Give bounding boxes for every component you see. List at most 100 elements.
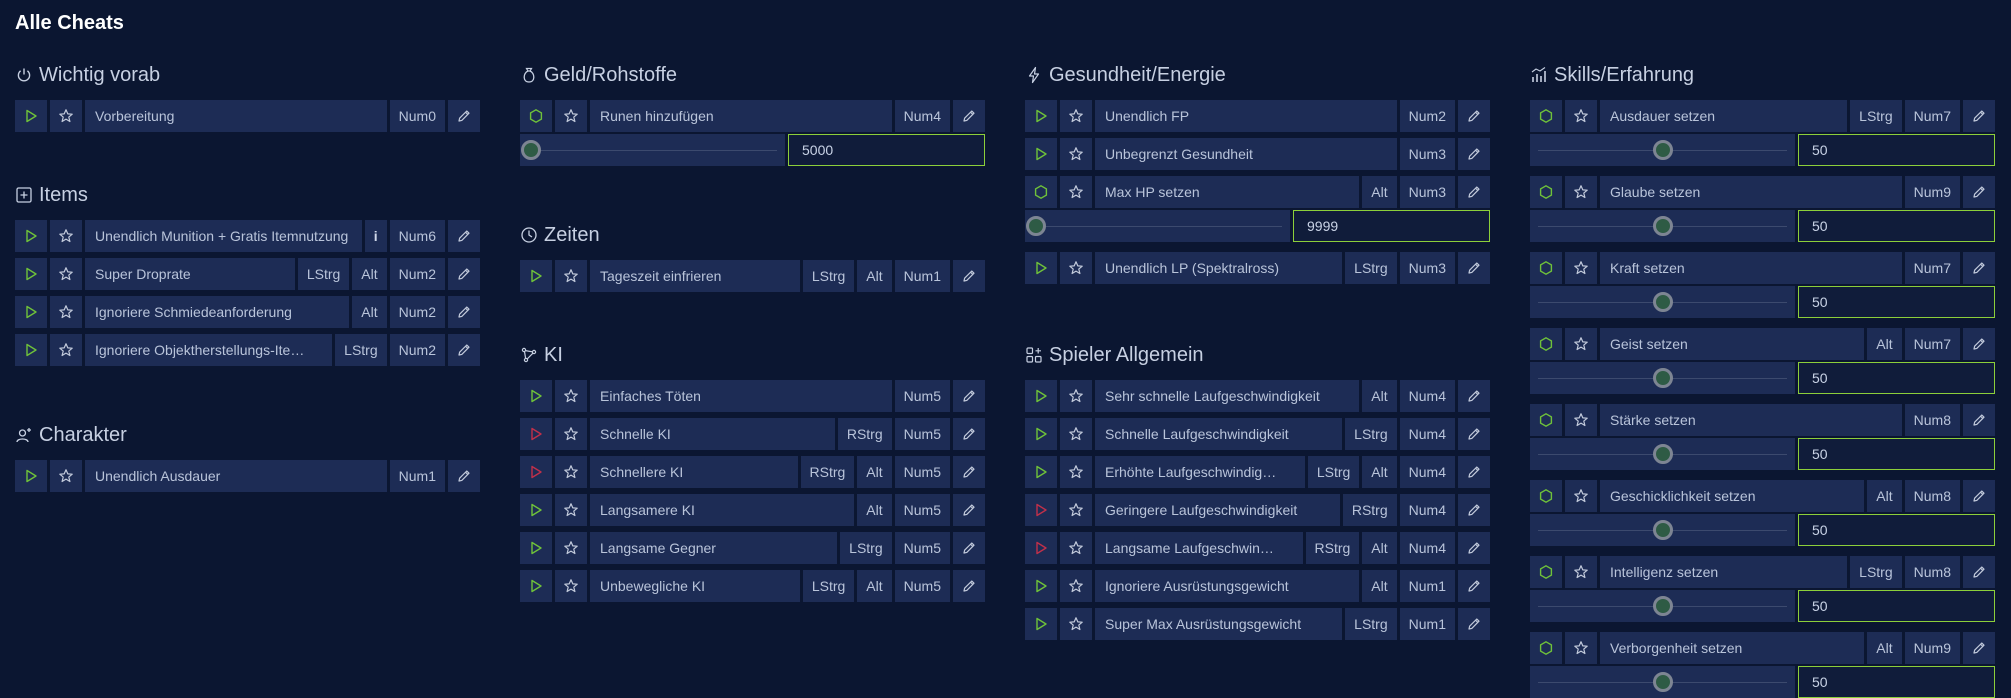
value-input[interactable]: 50 [1798, 362, 1995, 394]
star-icon[interactable] [50, 220, 82, 252]
play-icon-green[interactable] [1025, 380, 1057, 412]
star-icon[interactable] [555, 100, 587, 132]
value-slider[interactable] [1530, 362, 1795, 394]
pencil-icon[interactable] [953, 100, 985, 132]
pencil-icon[interactable] [953, 494, 985, 526]
value-input[interactable]: 50 [1798, 286, 1995, 318]
star-icon[interactable] [555, 532, 587, 564]
play-icon-green[interactable] [1025, 570, 1057, 602]
star-icon[interactable] [555, 260, 587, 292]
star-icon[interactable] [50, 296, 82, 328]
pencil-icon[interactable] [1963, 100, 1995, 132]
value-slider[interactable] [1530, 286, 1795, 318]
star-icon[interactable] [1565, 176, 1597, 208]
slider-thumb[interactable] [1026, 216, 1046, 236]
pencil-icon[interactable] [953, 380, 985, 412]
pencil-icon[interactable] [1458, 176, 1490, 208]
play-icon-green[interactable] [1025, 252, 1057, 284]
hexagon-icon[interactable] [1530, 404, 1562, 436]
star-icon[interactable] [1565, 100, 1597, 132]
play-icon-green[interactable] [1025, 100, 1057, 132]
star-icon[interactable] [1060, 494, 1092, 526]
slider-thumb[interactable] [1652, 520, 1673, 540]
star-icon[interactable] [1565, 480, 1597, 512]
pencil-icon[interactable] [953, 418, 985, 450]
value-slider[interactable] [1530, 514, 1795, 546]
hexagon-icon[interactable] [1530, 480, 1562, 512]
play-icon-green[interactable] [520, 532, 552, 564]
pencil-icon[interactable] [1458, 532, 1490, 564]
star-icon[interactable] [1060, 608, 1092, 640]
value-input[interactable]: 50 [1798, 590, 1995, 622]
pencil-icon[interactable] [1458, 252, 1490, 284]
pencil-icon[interactable] [1963, 252, 1995, 284]
slider-thumb[interactable] [521, 140, 541, 160]
star-icon[interactable] [1060, 380, 1092, 412]
star-icon[interactable] [1060, 456, 1092, 488]
value-slider[interactable] [1530, 590, 1795, 622]
pencil-icon[interactable] [448, 100, 480, 132]
play-icon-green[interactable] [1025, 418, 1057, 450]
value-slider[interactable] [1530, 134, 1795, 166]
slider-thumb[interactable] [1652, 596, 1673, 616]
hexagon-icon[interactable] [1530, 100, 1562, 132]
star-icon[interactable] [1060, 176, 1092, 208]
play-icon-red[interactable] [520, 418, 552, 450]
star-icon[interactable] [555, 570, 587, 602]
play-icon-green[interactable] [520, 260, 552, 292]
info-icon[interactable]: i [364, 220, 387, 252]
hexagon-icon[interactable] [1530, 252, 1562, 284]
value-slider[interactable] [520, 134, 785, 166]
value-slider[interactable] [1025, 210, 1290, 242]
star-icon[interactable] [1060, 100, 1092, 132]
pencil-icon[interactable] [1458, 494, 1490, 526]
pencil-icon[interactable] [1458, 608, 1490, 640]
play-icon-green[interactable] [1025, 138, 1057, 170]
pencil-icon[interactable] [1458, 380, 1490, 412]
star-icon[interactable] [555, 494, 587, 526]
play-icon-green[interactable] [15, 220, 47, 252]
value-input[interactable]: 50 [1798, 438, 1995, 470]
slider-thumb[interactable] [1652, 292, 1673, 312]
star-icon[interactable] [1060, 532, 1092, 564]
play-icon-green[interactable] [520, 570, 552, 602]
pencil-icon[interactable] [1458, 418, 1490, 450]
slider-thumb[interactable] [1652, 216, 1673, 236]
hexagon-icon[interactable] [520, 100, 552, 132]
play-icon-red[interactable] [1025, 494, 1057, 526]
hexagon-icon[interactable] [1530, 556, 1562, 588]
play-icon-green[interactable] [1025, 456, 1057, 488]
star-icon[interactable] [50, 100, 82, 132]
slider-thumb[interactable] [1652, 444, 1673, 464]
pencil-icon[interactable] [953, 260, 985, 292]
star-icon[interactable] [50, 460, 82, 492]
slider-thumb[interactable] [1652, 672, 1673, 692]
play-icon-green[interactable] [15, 100, 47, 132]
star-icon[interactable] [1060, 570, 1092, 602]
pencil-icon[interactable] [448, 296, 480, 328]
play-icon-red[interactable] [520, 456, 552, 488]
hexagon-icon[interactable] [1530, 328, 1562, 360]
pencil-icon[interactable] [1963, 176, 1995, 208]
pencil-icon[interactable] [448, 460, 480, 492]
value-slider[interactable] [1530, 438, 1795, 470]
pencil-icon[interactable] [1458, 570, 1490, 602]
pencil-icon[interactable] [1458, 138, 1490, 170]
value-input[interactable]: 50 [1798, 514, 1995, 546]
pencil-icon[interactable] [1963, 632, 1995, 664]
value-input[interactable]: 5000 [788, 134, 985, 166]
star-icon[interactable] [555, 456, 587, 488]
pencil-icon[interactable] [448, 220, 480, 252]
play-icon-green[interactable] [15, 296, 47, 328]
star-icon[interactable] [1565, 404, 1597, 436]
pencil-icon[interactable] [1963, 556, 1995, 588]
value-slider[interactable] [1530, 666, 1795, 698]
play-icon-green[interactable] [15, 460, 47, 492]
play-icon-green[interactable] [15, 334, 47, 366]
star-icon[interactable] [50, 258, 82, 290]
star-icon[interactable] [555, 380, 587, 412]
slider-thumb[interactable] [1652, 368, 1673, 388]
play-icon-red[interactable] [1025, 532, 1057, 564]
star-icon[interactable] [555, 418, 587, 450]
pencil-icon[interactable] [1458, 456, 1490, 488]
